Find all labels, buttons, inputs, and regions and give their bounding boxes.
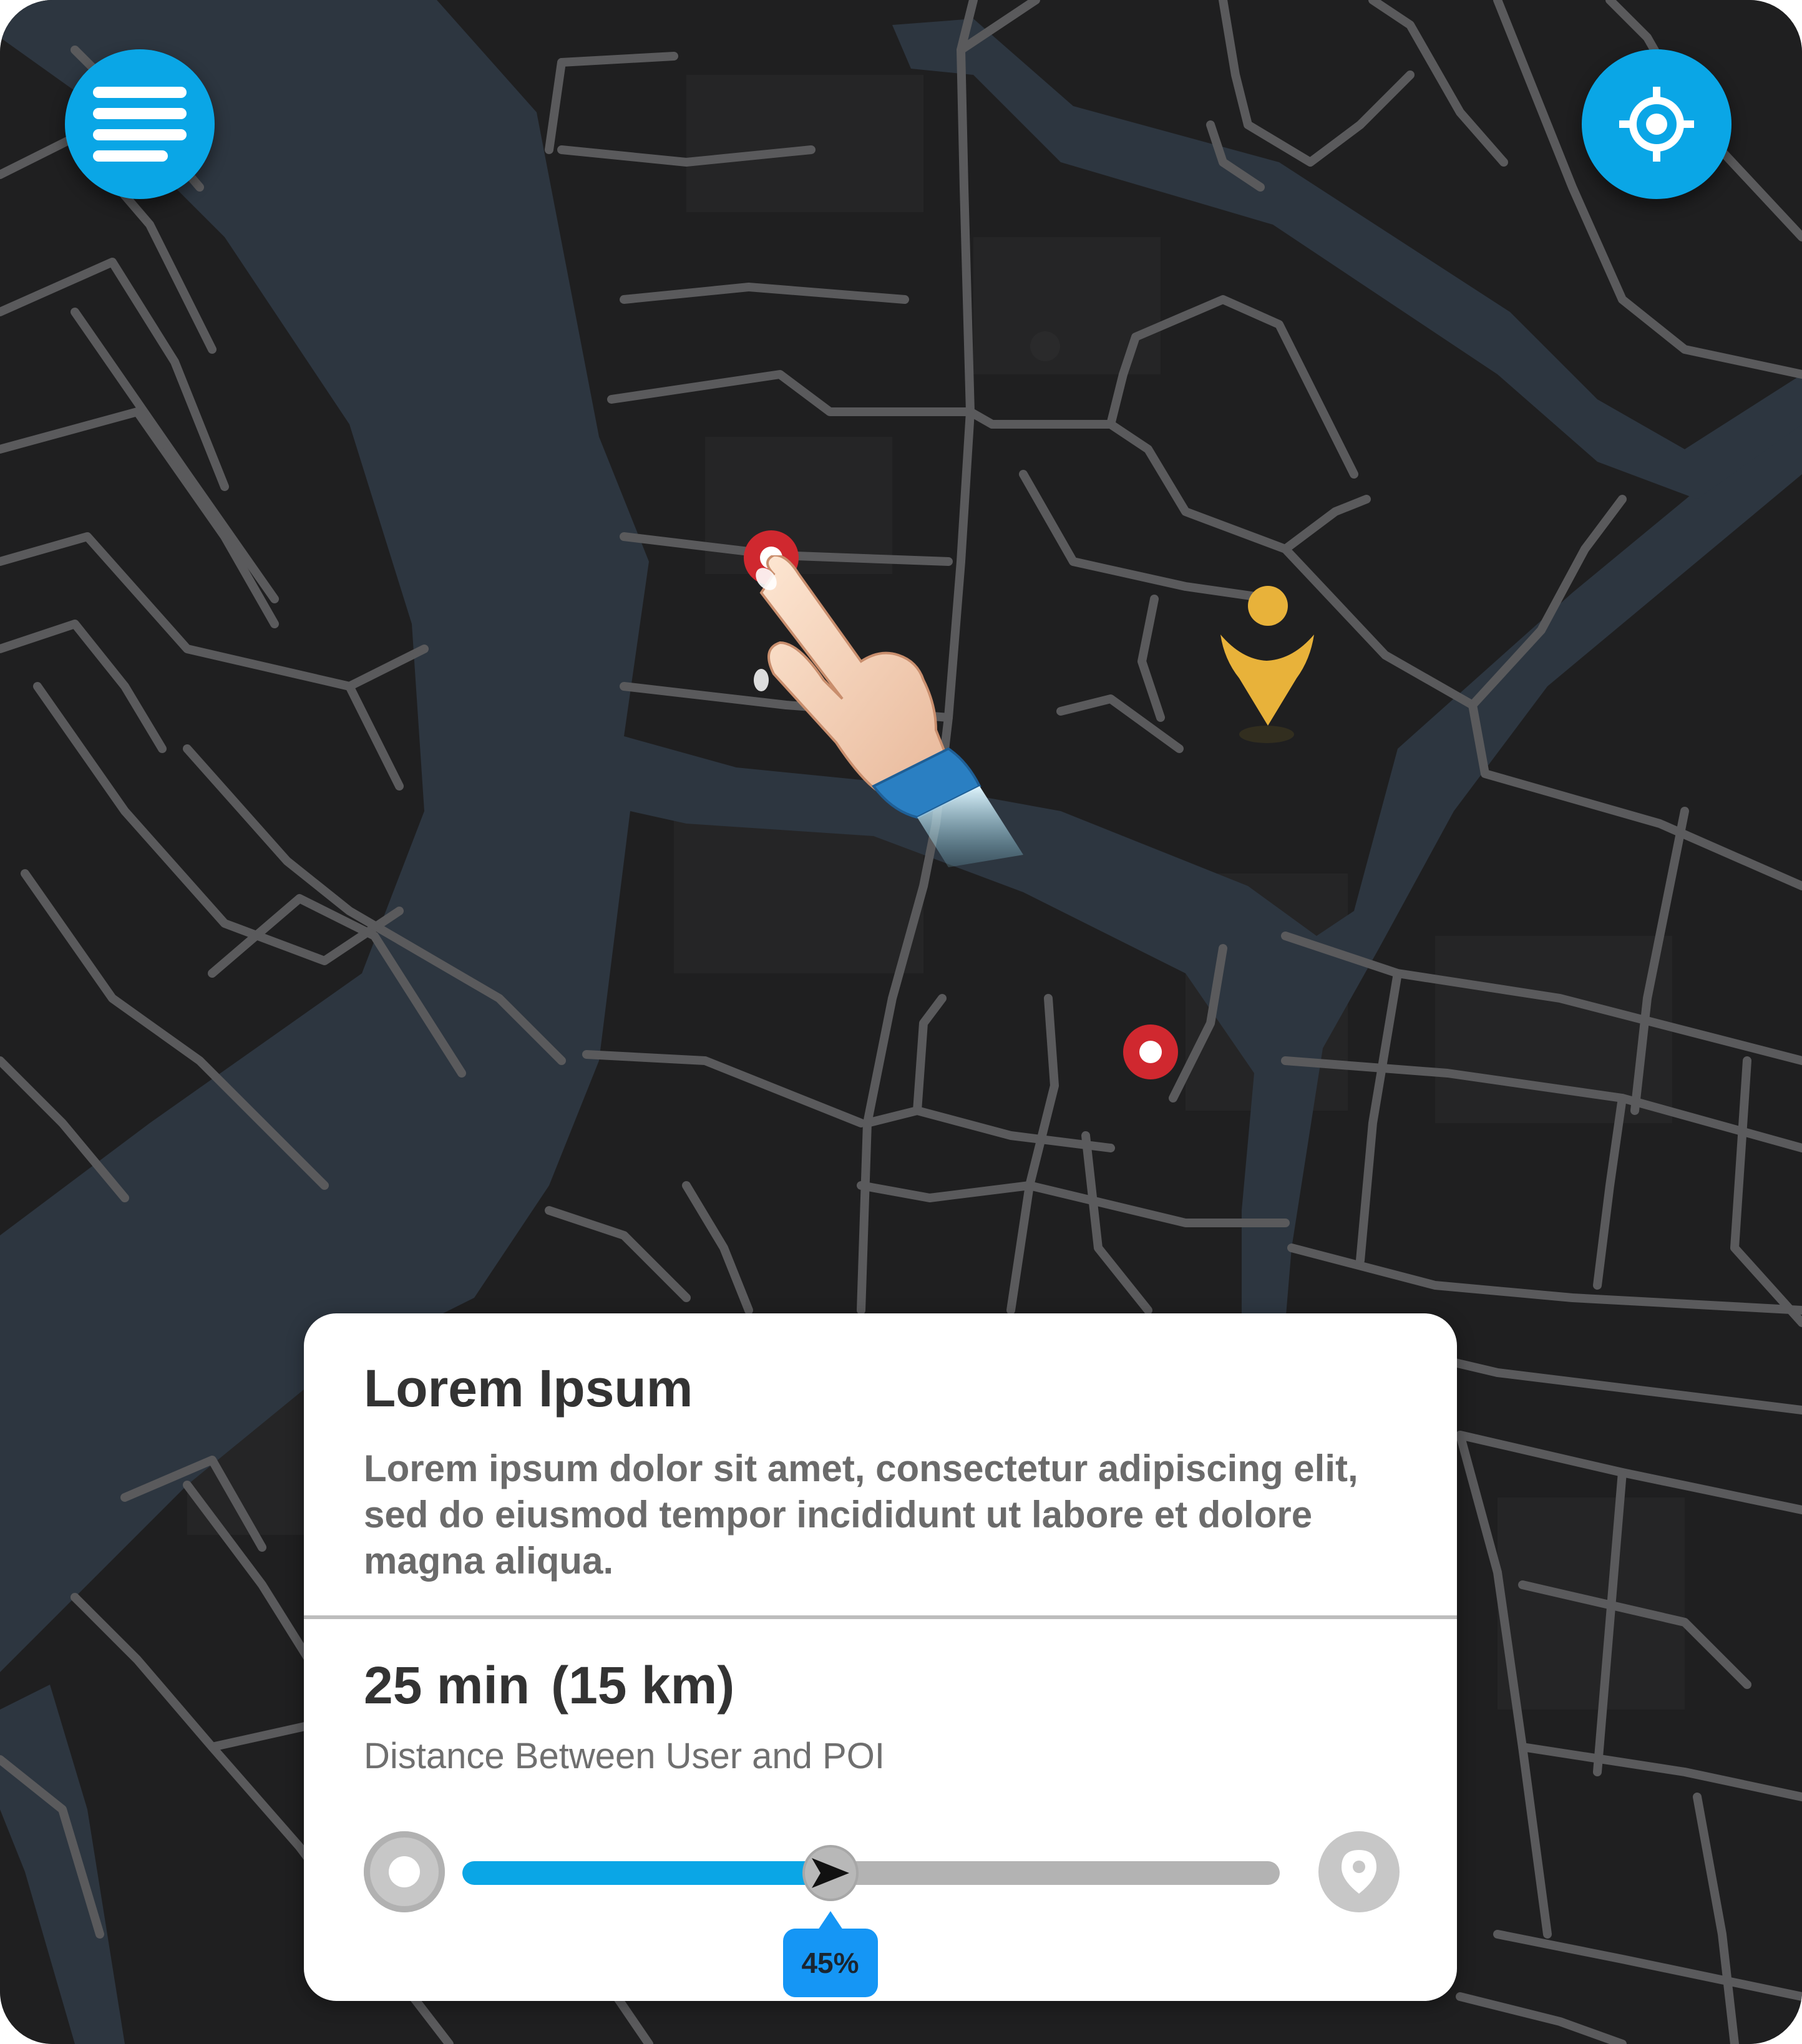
poi-pin-icon[interactable] — [1122, 1023, 1179, 1081]
progress-fill — [462, 1861, 837, 1885]
menu-button[interactable] — [65, 49, 215, 199]
eta-duration: 25 min — [364, 1656, 530, 1715]
progress-thumb[interactable] — [802, 1845, 859, 1901]
progress-track — [462, 1861, 1280, 1885]
menu-lines-icon — [93, 87, 187, 162]
origin-dot-icon — [364, 1831, 445, 1912]
poi-title: Lorem Ipsum — [364, 1359, 693, 1418]
card-divider — [304, 1615, 1457, 1619]
distance-label: Distance Between User and POI — [364, 1736, 885, 1776]
user-location-icon — [1220, 586, 1314, 743]
eta-summary: 25 min (15 km) — [364, 1655, 734, 1716]
poi-description: Lorem ipsum dolor sit amet, consectetur … — [364, 1448, 1358, 1582]
map-screen: Lorem Ipsum Lorem ipsum dolor sit amet, … — [0, 0, 1802, 2044]
route-progress: 45% — [364, 1831, 1400, 2043]
pointing-hand-icon — [754, 555, 1023, 867]
destination-pin-icon — [1318, 1831, 1400, 1912]
poi-info-card: Lorem Ipsum Lorem ipsum dolor sit amet, … — [304, 1313, 1457, 2001]
progress-percent-badge: 45% — [782, 1911, 878, 1997]
locate-me-button[interactable] — [1582, 49, 1731, 199]
navigation-arrow-icon — [811, 1858, 849, 1888]
crosshair-icon — [1619, 87, 1694, 162]
eta-distance: (15 km) — [551, 1656, 735, 1715]
